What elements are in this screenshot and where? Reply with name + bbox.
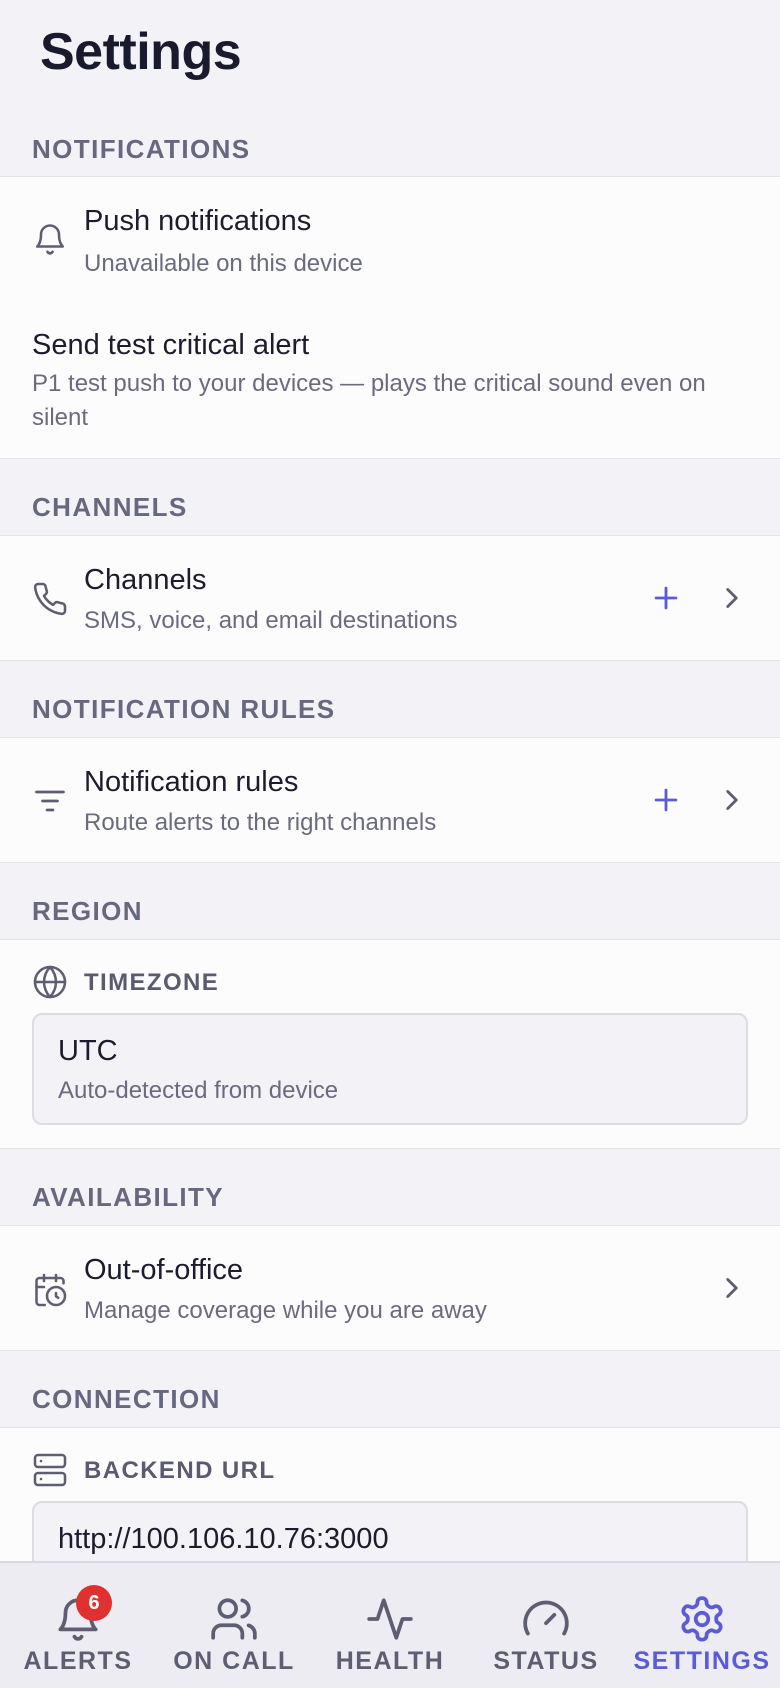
page-title: Settings: [40, 23, 242, 81]
settings-screen: Settings NOTIFICATIONS Push notification…: [0, 0, 780, 1688]
plus-icon: [654, 586, 678, 610]
backend-url-label: BACKEND URL: [84, 1457, 276, 1484]
channels-chevron-icon: [712, 578, 752, 618]
server-icon: [32, 1452, 68, 1488]
section-label-notification-rules: NOTIFICATION RULES: [32, 694, 336, 724]
region-card: TIMEZONE UTC Auto-detected from device: [0, 939, 780, 1149]
add-channel-button[interactable]: [646, 578, 686, 618]
timezone-value: UTC: [58, 1035, 118, 1067]
out-of-office-title: Out-of-office: [84, 1254, 244, 1286]
availability-card: Out-of-office Manage coverage while you …: [0, 1225, 780, 1351]
channels-title: Channels: [84, 564, 207, 596]
send-test-alert-row[interactable]: Send test critical alert P1 test push to…: [0, 301, 780, 459]
users-icon: [208, 1593, 260, 1645]
bell-icon: [32, 221, 68, 257]
gauge-icon: [520, 1593, 572, 1645]
tab-on-call[interactable]: ON CALL: [156, 1563, 312, 1688]
push-notifications-row[interactable]: Push notifications Unavailable on this d…: [0, 177, 780, 297]
section-label-notifications: NOTIFICATIONS: [32, 134, 251, 164]
alerts-count-badge: 6: [76, 1585, 112, 1621]
timezone-hint: Auto-detected from device: [58, 1077, 339, 1104]
send-test-alert-subtitle: P1 test push to your devices — plays the…: [32, 370, 706, 431]
plus-icon: [654, 788, 678, 812]
tab-alerts[interactable]: 6 ALERTS: [0, 1563, 156, 1688]
phone-icon: [32, 581, 68, 617]
activity-icon: [364, 1593, 416, 1645]
notification-rules-subtitle: Route alerts to the right channels: [84, 809, 437, 836]
calendar-clock-icon: [32, 1272, 68, 1308]
section-label-channels: CHANNELS: [32, 492, 188, 522]
notification-rules-title: Notification rules: [84, 766, 299, 798]
timezone-field[interactable]: UTC Auto-detected from device: [32, 1013, 748, 1125]
tab-status[interactable]: STATUS: [468, 1563, 624, 1688]
section-label-region: REGION: [32, 896, 143, 926]
tab-status-label: STATUS: [493, 1647, 599, 1669]
tab-health[interactable]: HEALTH: [312, 1563, 468, 1688]
push-notifications-subtitle: Unavailable on this device: [84, 250, 363, 277]
tab-alerts-label: ALERTS: [23, 1647, 133, 1669]
backend-url-value: http://100.106.10.76:3000: [58, 1523, 389, 1555]
section-label-availability: AVAILABILITY: [32, 1182, 225, 1212]
timezone-label: TIMEZONE: [84, 969, 220, 996]
out-of-office-subtitle: Manage coverage while you are away: [84, 1297, 487, 1324]
section-label-connection: CONNECTION: [32, 1384, 221, 1414]
push-notifications-title: Push notifications: [84, 205, 312, 237]
notification-rules-card: Notification rules Route alerts to the r…: [0, 737, 780, 863]
channels-subtitle: SMS, voice, and email destinations: [84, 607, 458, 634]
tab-settings-label: SETTINGS: [633, 1647, 771, 1669]
out-of-office-chevron-icon: [712, 1268, 752, 1308]
gear-icon: [676, 1593, 728, 1645]
tab-health-label: HEALTH: [335, 1647, 445, 1669]
filter-icon: [32, 783, 68, 819]
tab-bar: 6 ALERTS ON CALL HEALTH STATUS SETTINGS: [0, 1561, 780, 1688]
add-notification-rule-button[interactable]: [646, 780, 686, 820]
globe-icon: [32, 964, 68, 1000]
notification-rules-row[interactable]: Notification rules Route alerts to the r…: [0, 738, 780, 864]
tab-settings[interactable]: SETTINGS: [624, 1563, 780, 1688]
tab-on-call-label: ON CALL: [173, 1647, 295, 1669]
notification-rules-chevron-icon: [712, 780, 752, 820]
out-of-office-row[interactable]: Out-of-office Manage coverage while you …: [0, 1226, 780, 1352]
notifications-card: Push notifications Unavailable on this d…: [0, 176, 780, 459]
channels-row[interactable]: Channels SMS, voice, and email destinati…: [0, 536, 780, 662]
send-test-alert-title: Send test critical alert: [32, 329, 310, 361]
channels-card: Channels SMS, voice, and email destinati…: [0, 535, 780, 661]
